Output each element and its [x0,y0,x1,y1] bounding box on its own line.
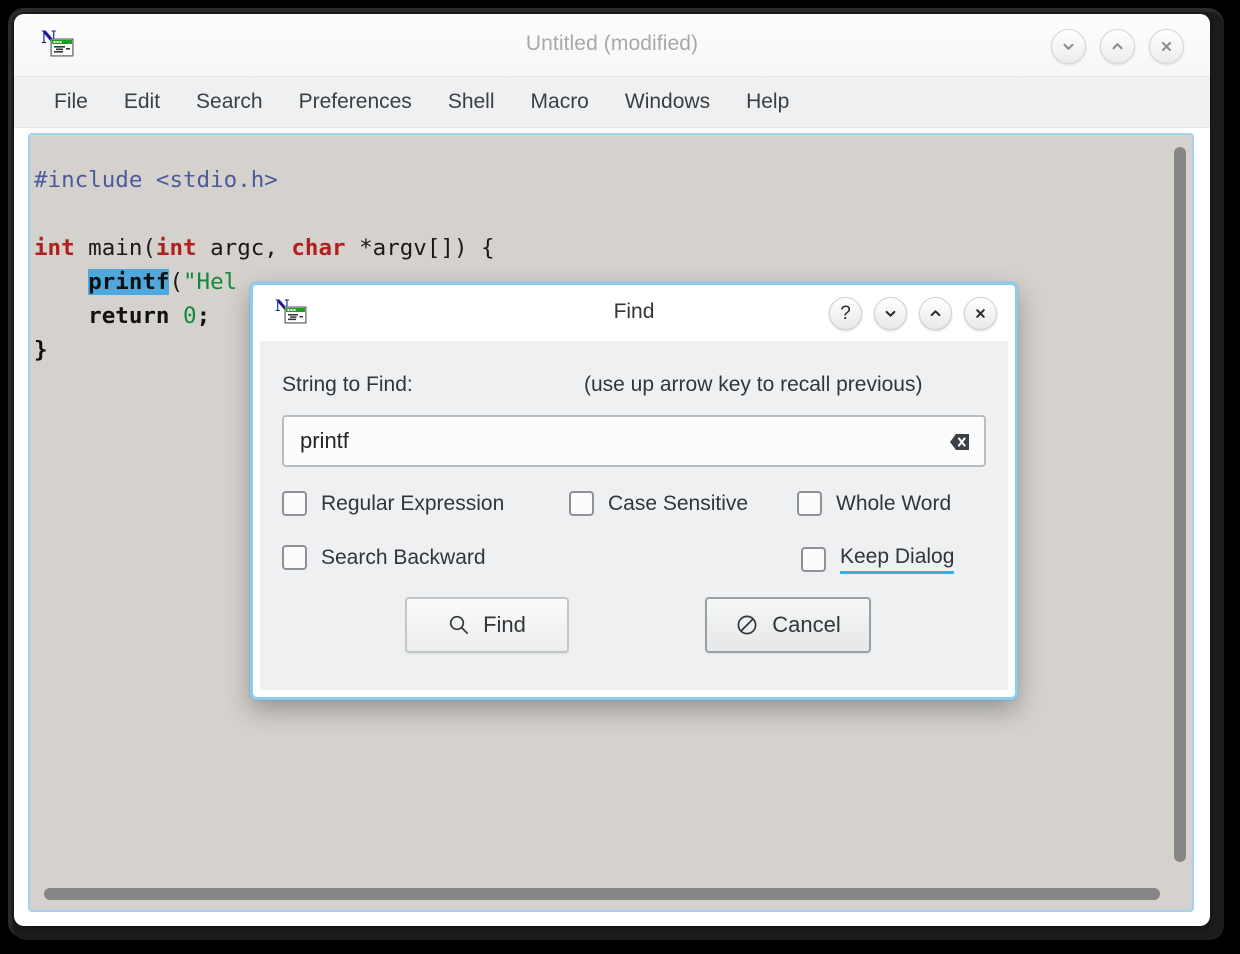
checkbox-keep-dialog[interactable]: Keep Dialog [801,545,955,574]
horizontal-scrollbar[interactable] [44,888,1160,900]
find-dialog-body: String to Find: (use up arrow key to rec… [260,341,1008,690]
minimize-button[interactable] [1051,29,1086,64]
search-input-value: printf [300,428,349,453]
menubar: File Edit Search Preferences Shell Macro… [14,77,1210,128]
menu-item-help[interactable]: Help [728,86,807,118]
help-button[interactable]: ? [829,297,862,330]
cancel-button-label: Cancel [772,612,841,637]
menu-item-edit[interactable]: Edit [106,86,178,118]
window-controls [1051,29,1184,64]
find-dialog: N Find ? String to Find: (use up arrow k… [250,282,1018,700]
desktop-background: N Untitled (modified) File Edit Search P… [0,0,1240,954]
find-button[interactable]: Find [405,597,569,653]
checkbox-case-sensitive[interactable]: Case Sensitive [569,491,748,516]
find-button-label: Find [483,612,526,637]
vertical-scrollbar-thumb[interactable] [1174,147,1186,862]
backspace-clear-icon[interactable] [942,430,970,454]
maximize-button[interactable] [1100,29,1135,64]
checkbox-regular-expression[interactable]: Regular Expression [282,491,504,516]
horizontal-scrollbar-thumb[interactable] [44,888,1160,900]
checkbox-label: Search Backward [321,545,486,569]
checkbox-label: Regular Expression [321,491,505,515]
checkbox-box[interactable] [801,547,826,572]
checkbox-label: Whole Word [836,491,952,515]
selected-text: printf [88,269,170,295]
menu-item-shell[interactable]: Shell [430,86,513,118]
vertical-scrollbar[interactable] [1174,147,1186,862]
chevron-down-icon [885,310,896,317]
checkbox-box[interactable] [797,491,822,516]
minimize-button[interactable] [874,297,907,330]
string-to-find-label: String to Find: [282,373,413,396]
close-button[interactable] [1149,29,1184,64]
no-entry-icon [737,615,757,635]
menu-item-search[interactable]: Search [178,86,281,118]
checkbox-box[interactable] [282,491,307,516]
checkbox-box[interactable] [282,545,307,570]
maximize-button[interactable] [919,297,952,330]
dialog-window-controls: ? [829,297,997,330]
chevron-up-icon [930,310,941,317]
checkbox-label: Case Sensitive [608,491,749,515]
search-icon [449,615,469,635]
checkbox-label: Keep Dialog [840,545,955,574]
page-title: Untitled (modified) [525,32,699,55]
menu-item-windows[interactable]: Windows [607,86,728,118]
main-window-titlebar: N Untitled (modified) [14,14,1210,77]
close-button[interactable] [964,297,997,330]
recall-hint-label: (use up arrow key to recall previous) [584,373,923,396]
checkbox-box[interactable] [569,491,594,516]
find-dialog-titlebar: N Find ? [253,285,1015,341]
menu-item-macro[interactable]: Macro [513,86,607,118]
checkbox-whole-word[interactable]: Whole Word [797,491,951,516]
close-icon [976,309,985,318]
cancel-button[interactable]: Cancel [705,597,871,653]
checkbox-search-backward[interactable]: Search Backward [282,545,486,570]
code-keyword-int: int [34,235,75,261]
menu-item-file[interactable]: File [36,86,106,118]
code-line-include: #include <stdio.h> [34,167,278,193]
menu-item-preferences[interactable]: Preferences [281,86,430,118]
nedit-main-window: N Untitled (modified) File Edit Search P… [14,14,1210,926]
search-input[interactable]: printf [282,415,986,467]
help-icon: ? [840,303,851,324]
